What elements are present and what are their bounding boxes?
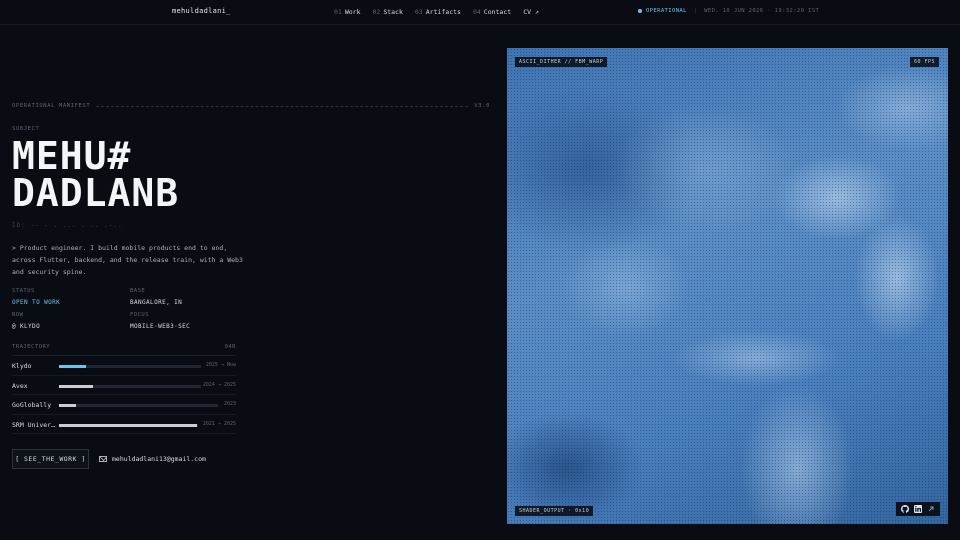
email-link[interactable]: mehuldadlani13@gmail.com	[99, 455, 206, 463]
manifest-header: OPERATIONAL MANIFEST V3.0	[12, 103, 490, 109]
nav-item-contact[interactable]: 04 Contact	[473, 8, 511, 16]
hero-name-line-2: DADLANB	[12, 171, 180, 215]
nav-item-stack[interactable]: 02 Stack	[372, 8, 402, 16]
meta-value: @ KLYDO	[12, 323, 41, 330]
meta-label: NOW	[12, 312, 24, 318]
bio-text: > Product engineer. I build mobile produ…	[12, 244, 243, 276]
nav-number: 01	[334, 8, 342, 16]
subject-label: SUBJECT	[12, 126, 40, 132]
trajectory-track	[59, 423, 198, 427]
github-icon[interactable]	[900, 505, 909, 513]
meta-value: BANGALORE, IN	[130, 299, 183, 306]
trajectory-fill	[59, 365, 86, 368]
meta-label: BASE	[130, 288, 146, 294]
shader-output-tag: SHADER_OUTPUT · 0x10	[515, 506, 594, 516]
trajectory-row: SRM University 2021 → 2025	[12, 415, 236, 434]
trajectory-row: Klydo 2025 → Now	[12, 356, 236, 376]
nav-item-work[interactable]: 01 Work	[334, 8, 360, 16]
linkedin-icon[interactable]	[913, 505, 922, 513]
nav-label: Work	[344, 8, 361, 16]
nav-number: 02	[372, 8, 381, 16]
trajectory-dates: 2024 → 2025	[202, 381, 236, 388]
meta-now: NOW @ KLYDO	[12, 312, 40, 330]
fps-counter: 60 FPS	[909, 57, 939, 67]
trajectory-company: Avex	[12, 381, 28, 390]
trajectory-header: TRAJECTORY 04R	[12, 344, 236, 356]
meta-status: STATUS OPEN TO WORK	[12, 288, 60, 306]
see-the-work-button[interactable]: [ SEE_THE_WORK ]	[12, 449, 89, 469]
top-navigation-bar: mehuldadlani_ 01 Work 02 Stack 03 Artifacts…	[0, 0, 960, 25]
social-links	[896, 502, 940, 516]
trajectory-dates: 2025 → Now	[205, 362, 236, 368]
trajectory-company: GoGlobally	[12, 401, 52, 409]
shader-canvas: ASCII_DITHER // FBM_WARP 60 FPS SHADER_O…	[507, 48, 948, 524]
status-dot-icon	[638, 9, 642, 13]
meta-value: OPEN TO WORK	[12, 299, 61, 306]
nav-label: Artifacts	[425, 8, 461, 16]
status-divider: |	[693, 8, 698, 14]
nav-label: CV ↗	[523, 8, 539, 16]
trajectory-fill	[59, 423, 197, 427]
trajectory-track	[59, 365, 201, 368]
hero-name: MEHU# DADLANB	[12, 134, 180, 215]
trajectory-company: Klydo	[12, 362, 32, 370]
nav-label: Stack	[383, 8, 403, 16]
nav-item-artifacts[interactable]: 03 Artifacts	[415, 8, 461, 16]
trajectory-fill	[59, 404, 77, 407]
email-address: mehuldadlani13@gmail.com	[112, 455, 206, 463]
nav-item-cv[interactable]: CV ↗	[523, 8, 539, 16]
site-logo[interactable]: mehuldadlani_	[172, 7, 231, 15]
trajectory-company: SRM University	[12, 420, 56, 429]
trajectory-list: TRAJECTORY 04R Klydo 2025 → Now Avex 202…	[12, 344, 236, 434]
trajectory-label: TRAJECTORY	[12, 344, 51, 350]
hero-name-line-1: MEHU#	[12, 134, 132, 178]
main-nav: 01 Work 02 Stack 03 Artifacts 04 Contact CV …	[334, 8, 539, 16]
shader-mode-tag: ASCII_DITHER // FBM_WARP	[515, 57, 608, 67]
morse-id-line: ID: -- - . ... . .. .-..	[12, 222, 123, 229]
manifest-divider	[96, 105, 469, 107]
meta-value: MOBILE·WEB3·SEC	[130, 323, 191, 330]
trajectory-row: Avex 2024 → 2025	[12, 376, 236, 395]
meta-base: BASE BANGALORE, IN	[130, 288, 182, 306]
nav-number: 03	[414, 8, 423, 16]
trajectory-fill	[59, 384, 94, 388]
status-text: OPERATIONAL	[646, 8, 687, 14]
trajectory-dates: 2023	[223, 401, 236, 407]
system-status: OPERATIONAL | WED, 10 JUN 2026 · 19:32:2…	[638, 8, 819, 14]
manifest-label: OPERATIONAL MANIFEST	[12, 103, 91, 109]
trajectory-track	[59, 384, 201, 388]
trajectory-count: 04R	[224, 344, 236, 350]
mail-icon	[99, 456, 107, 462]
nav-label: Contact	[483, 8, 512, 16]
external-link-icon[interactable]	[927, 505, 935, 513]
trajectory-row: GoGlobally 2023	[12, 395, 236, 415]
meta-label: STATUS	[12, 288, 35, 294]
meta-focus: FOCUS MOBILE·WEB3·SEC	[130, 312, 190, 330]
nav-number: 04	[472, 8, 481, 16]
trajectory-track	[59, 404, 218, 407]
status-datetime: WED, 10 JUN 2026 · 19:32:20 IST	[704, 8, 820, 14]
trajectory-dates: 2021 → 2025	[202, 420, 236, 427]
manifest-version: V3.0	[474, 103, 490, 109]
meta-label: FOCUS	[130, 312, 150, 318]
